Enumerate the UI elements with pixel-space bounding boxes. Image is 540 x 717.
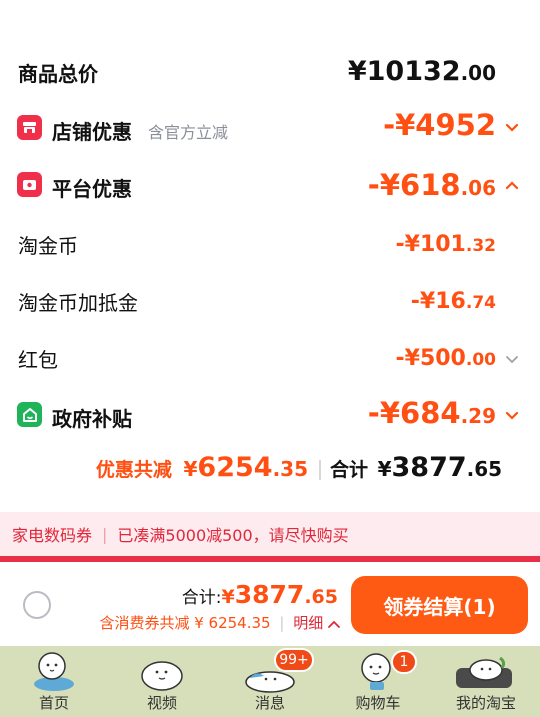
tao-coin-amount: -¥101.32: [395, 232, 496, 257]
red-packet-label: 红包: [18, 348, 58, 372]
chevron-down-icon[interactable]: [504, 120, 520, 136]
tab-home-label: 首页: [38, 694, 69, 712]
order-total-label: 合计: [330, 459, 369, 481]
tao-coin-prefix: -¥: [395, 232, 420, 257]
bottom-tab-bar: 首页 视频 99+ 消息 1 购物车 我的淘宝: [0, 646, 540, 717]
checkout-button[interactable]: 领券结算(1): [351, 576, 528, 634]
goods-total-decimal: .00: [460, 61, 496, 85]
total-discount-currency: ¥: [183, 457, 198, 481]
gov-subsidy-label: 政府补贴: [52, 407, 132, 431]
chevron-up-icon: [328, 620, 340, 628]
checkout-total-integer: 3877: [234, 580, 305, 609]
checkout-coupon-text: 含消费券共减 ¥ 6254.35: [99, 614, 271, 632]
checkout-total: 合计:¥3877.65: [182, 580, 338, 609]
platform-discount-prefix: -¥: [367, 168, 401, 202]
tab-cart-label: 购物车: [355, 694, 401, 712]
messages-badge: 99+: [274, 648, 314, 672]
chevron-down-icon[interactable]: [504, 352, 520, 368]
summary-divider: [319, 460, 321, 480]
tao-coin-bonus-integer: 16: [435, 289, 466, 314]
coupon-message: 已凑满5000减500，请尽快购买: [117, 526, 349, 545]
goods-total-value: ¥10132.00: [348, 56, 496, 87]
goods-total-integer: 10132: [366, 56, 461, 87]
tao-coin-integer: 101: [419, 232, 466, 257]
chevron-up-icon[interactable]: [504, 177, 520, 193]
platform-discount-decimal: .06: [460, 176, 496, 200]
total-discount-label: 优惠共减: [95, 459, 172, 481]
coupon-banner[interactable]: 家电数码券 | 已凑满5000减500，请尽快购买: [0, 512, 540, 556]
store-discount-integer: 4952: [415, 108, 496, 142]
government-subsidy-icon: [17, 402, 42, 427]
gov-subsidy-decimal: .29: [460, 404, 496, 428]
red-packet-decimal: .00: [465, 350, 496, 370]
coupon-separator: |: [102, 524, 108, 544]
store-discount-note: 含官方立减: [148, 123, 229, 142]
gov-subsidy-integer: 684: [400, 396, 461, 430]
checkout-coupon-info[interactable]: 含消费券共减 ¥ 6254.35 | 明细: [99, 612, 340, 633]
gov-subsidy-amount: -¥684.29: [368, 396, 496, 430]
checkout-total-label: 合计:: [181, 588, 222, 608]
checkout-coupon-separator: |: [279, 614, 285, 632]
store-discount-prefix: -¥: [383, 108, 416, 142]
tab-video-label: 视频: [146, 694, 177, 712]
discount-summary: 优惠共减 ¥6254.35 合计 ¥3877.65: [0, 450, 540, 490]
select-all-radio[interactable]: [23, 591, 51, 619]
order-total-integer: 3877: [391, 452, 467, 483]
checkout-total-decimal: .65: [304, 586, 338, 608]
store-discount-label: 店铺优惠: [52, 120, 132, 144]
goods-total-label: 商品总价: [18, 62, 98, 86]
tab-video[interactable]: 视频: [108, 646, 216, 717]
platform-discount-amount: -¥618.06: [368, 168, 496, 202]
goods-total-currency: ¥: [347, 56, 367, 87]
checkout-total-currency: ¥: [221, 586, 235, 608]
order-total-currency: ¥: [377, 457, 392, 481]
tab-messages[interactable]: 99+ 消息: [216, 646, 324, 717]
tab-cart[interactable]: 1 购物车: [324, 646, 432, 717]
red-packet-amount: -¥500.00: [395, 346, 496, 371]
tao-coin-decimal: .32: [465, 236, 496, 256]
tab-home[interactable]: 首页: [0, 646, 108, 717]
platform-discount-integer: 618: [400, 168, 461, 202]
red-packet-integer: 500: [419, 346, 466, 371]
order-total: 合计 ¥3877.65: [330, 452, 502, 483]
store-discount-amount: -¥4952: [383, 108, 496, 142]
platform-coupon-icon: [17, 172, 42, 197]
cart-badge: 1: [391, 650, 417, 674]
red-packet-prefix: -¥: [395, 346, 420, 371]
video-mascot-icon: [141, 661, 183, 691]
tab-messages-label: 消息: [254, 694, 285, 712]
tao-coin-bonus-prefix: -¥: [410, 289, 436, 314]
tao-coin-bonus-amount: -¥16.74: [411, 289, 496, 314]
checkout-bar: 合计:¥3877.65 含消费券共减 ¥ 6254.35 | 明细 领券结算(1…: [0, 562, 540, 646]
total-discount-integer: 6254: [197, 452, 273, 483]
total-discount-decimal: .35: [272, 457, 308, 481]
platform-discount-label: 平台优惠: [52, 177, 132, 201]
chevron-down-icon[interactable]: [504, 408, 520, 424]
tao-coin-bonus-decimal: .74: [465, 293, 496, 313]
store-icon: [17, 115, 42, 140]
tab-my-taobao-label: 我的淘宝: [455, 694, 516, 712]
home-mascot-icon: [34, 652, 74, 691]
coupon-category: 家电数码券: [12, 526, 93, 545]
tab-my-taobao[interactable]: 我的淘宝: [432, 646, 540, 717]
tao-coin-label: 淘金币: [18, 234, 78, 258]
order-total-decimal: .65: [466, 457, 503, 481]
gov-subsidy-prefix: -¥: [367, 396, 401, 430]
detail-link[interactable]: 明细: [293, 614, 323, 632]
total-discount: 优惠共减 ¥6254.35: [96, 452, 308, 483]
tao-coin-bonus-label: 淘金币加抵金: [18, 291, 138, 315]
my-taobao-mascot-icon: [456, 656, 512, 688]
